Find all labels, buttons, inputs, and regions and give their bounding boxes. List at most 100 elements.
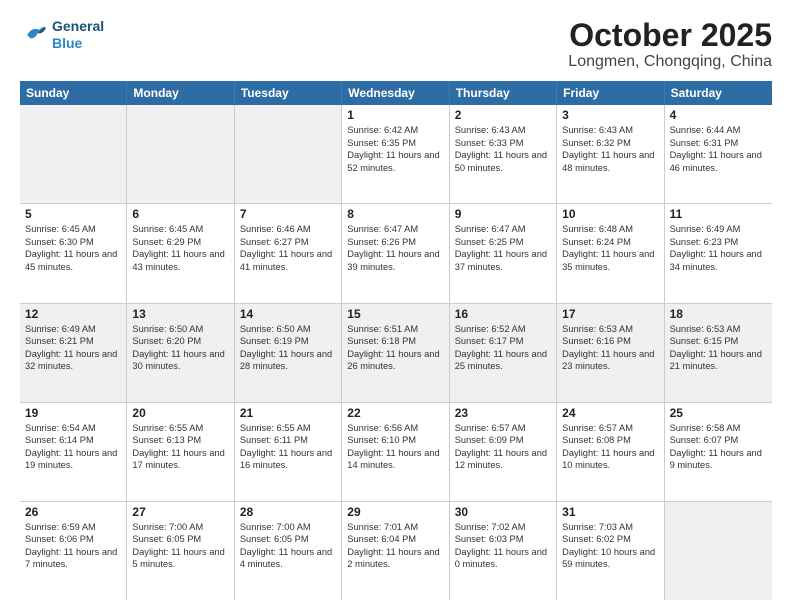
sunset-text: Sunset: 6:05 PM xyxy=(240,533,336,546)
sunrise-text: Sunrise: 6:57 AM xyxy=(455,422,551,435)
calendar-cell: 28Sunrise: 7:00 AMSunset: 6:05 PMDayligh… xyxy=(235,502,342,600)
daylight-text: Daylight: 11 hours and 0 minutes. xyxy=(455,546,551,571)
sunrise-text: Sunrise: 7:03 AM xyxy=(562,521,658,534)
sunset-text: Sunset: 6:18 PM xyxy=(347,335,443,348)
sunset-text: Sunset: 6:32 PM xyxy=(562,137,658,150)
sunset-text: Sunset: 6:09 PM xyxy=(455,434,551,447)
day-number: 11 xyxy=(670,207,767,221)
calendar-row-2: 12Sunrise: 6:49 AMSunset: 6:21 PMDayligh… xyxy=(20,304,772,403)
sunrise-text: Sunrise: 6:59 AM xyxy=(25,521,121,534)
sunrise-text: Sunrise: 6:48 AM xyxy=(562,223,658,236)
calendar-cell: 15Sunrise: 6:51 AMSunset: 6:18 PMDayligh… xyxy=(342,304,449,402)
day-number: 16 xyxy=(455,307,551,321)
daylight-text: Daylight: 11 hours and 9 minutes. xyxy=(670,447,767,472)
daylight-text: Daylight: 11 hours and 28 minutes. xyxy=(240,348,336,373)
day-number: 8 xyxy=(347,207,443,221)
sunset-text: Sunset: 6:13 PM xyxy=(132,434,228,447)
title-section: October 2025 Longmen, Chongqing, China xyxy=(568,18,772,71)
sunrise-text: Sunrise: 6:50 AM xyxy=(132,323,228,336)
daylight-text: Daylight: 11 hours and 21 minutes. xyxy=(670,348,767,373)
daylight-text: Daylight: 11 hours and 39 minutes. xyxy=(347,248,443,273)
logo-text: General Blue xyxy=(52,18,104,52)
calendar-header: SundayMondayTuesdayWednesdayThursdayFrid… xyxy=(20,81,772,105)
daylight-text: Daylight: 11 hours and 50 minutes. xyxy=(455,149,551,174)
day-number: 3 xyxy=(562,108,658,122)
calendar-cell: 17Sunrise: 6:53 AMSunset: 6:16 PMDayligh… xyxy=(557,304,664,402)
calendar-cell: 7Sunrise: 6:46 AMSunset: 6:27 PMDaylight… xyxy=(235,204,342,302)
daylight-text: Daylight: 11 hours and 34 minutes. xyxy=(670,248,767,273)
day-number: 18 xyxy=(670,307,767,321)
sunset-text: Sunset: 6:19 PM xyxy=(240,335,336,348)
calendar-cell xyxy=(20,105,127,203)
calendar-cell: 30Sunrise: 7:02 AMSunset: 6:03 PMDayligh… xyxy=(450,502,557,600)
sunset-text: Sunset: 6:17 PM xyxy=(455,335,551,348)
sunset-text: Sunset: 6:30 PM xyxy=(25,236,121,249)
daylight-text: Daylight: 11 hours and 52 minutes. xyxy=(347,149,443,174)
day-number: 15 xyxy=(347,307,443,321)
logo-icon xyxy=(20,23,48,47)
calendar-cell xyxy=(127,105,234,203)
sunset-text: Sunset: 6:05 PM xyxy=(132,533,228,546)
day-number: 17 xyxy=(562,307,658,321)
calendar-cell: 22Sunrise: 6:56 AMSunset: 6:10 PMDayligh… xyxy=(342,403,449,501)
sunset-text: Sunset: 6:29 PM xyxy=(132,236,228,249)
sunrise-text: Sunrise: 6:56 AM xyxy=(347,422,443,435)
calendar-cell: 23Sunrise: 6:57 AMSunset: 6:09 PMDayligh… xyxy=(450,403,557,501)
day-number: 27 xyxy=(132,505,228,519)
sunrise-text: Sunrise: 7:01 AM xyxy=(347,521,443,534)
sunrise-text: Sunrise: 6:46 AM xyxy=(240,223,336,236)
header: General Blue October 2025 Longmen, Chong… xyxy=(20,18,772,71)
calendar-cell: 20 Sunrise: 6:55 AMSunset: 6:13 PMDayligh… xyxy=(127,403,234,501)
calendar-cell: 21Sunrise: 6:55 AMSunset: 6:11 PMDayligh… xyxy=(235,403,342,501)
daylight-text: Daylight: 11 hours and 17 minutes. xyxy=(132,447,228,472)
sunset-text: Sunset: 6:04 PM xyxy=(347,533,443,546)
calendar-cell: 18Sunrise: 6:53 AMSunset: 6:15 PMDayligh… xyxy=(665,304,772,402)
calendar-row-3: 19Sunrise: 6:54 AMSunset: 6:14 PMDayligh… xyxy=(20,403,772,502)
calendar-cell: 25Sunrise: 6:58 AMSunset: 6:07 PMDayligh… xyxy=(665,403,772,501)
daylight-text: Daylight: 11 hours and 7 minutes. xyxy=(25,546,121,571)
sunrise-text: Sunrise: 6:47 AM xyxy=(455,223,551,236)
sunset-text: Sunset: 6:21 PM xyxy=(25,335,121,348)
sunrise-text: Sunrise: 6:43 AM xyxy=(455,124,551,137)
calendar-row-0: 1Sunrise: 6:42 AMSunset: 6:35 PMDaylight… xyxy=(20,105,772,204)
sunset-text: Sunset: 6:26 PM xyxy=(347,236,443,249)
calendar-cell: 3Sunrise: 6:43 AMSunset: 6:32 PMDaylight… xyxy=(557,105,664,203)
calendar-cell: 29Sunrise: 7:01 AMSunset: 6:04 PMDayligh… xyxy=(342,502,449,600)
daylight-text: Daylight: 11 hours and 48 minutes. xyxy=(562,149,658,174)
sunset-text: Sunset: 6:03 PM xyxy=(455,533,551,546)
calendar-cell: 19Sunrise: 6:54 AMSunset: 6:14 PMDayligh… xyxy=(20,403,127,501)
sunset-text: Sunset: 6:31 PM xyxy=(670,137,767,150)
sunrise-text: Sunrise: 6:47 AM xyxy=(347,223,443,236)
calendar-cell: 1Sunrise: 6:42 AMSunset: 6:35 PMDaylight… xyxy=(342,105,449,203)
header-day-tuesday: Tuesday xyxy=(235,81,342,105)
header-day-friday: Friday xyxy=(557,81,664,105)
day-number: 12 xyxy=(25,307,121,321)
day-number: 30 xyxy=(455,505,551,519)
calendar-cell: 8 Sunrise: 6:47 AMSunset: 6:26 PMDaylight… xyxy=(342,204,449,302)
sunset-text: Sunset: 6:07 PM xyxy=(670,434,767,447)
logo-line1: General xyxy=(52,18,104,35)
day-number: 20 xyxy=(132,406,228,420)
sunset-text: Sunset: 6:10 PM xyxy=(347,434,443,447)
sunrise-text: Sunrise: 6:55 AM xyxy=(132,422,228,435)
daylight-text: Daylight: 11 hours and 46 minutes. xyxy=(670,149,767,174)
sunset-text: Sunset: 6:23 PM xyxy=(670,236,767,249)
sunrise-text: Sunrise: 6:45 AM xyxy=(132,223,228,236)
calendar-cell: 12Sunrise: 6:49 AMSunset: 6:21 PMDayligh… xyxy=(20,304,127,402)
daylight-text: Daylight: 11 hours and 23 minutes. xyxy=(562,348,658,373)
day-number: 19 xyxy=(25,406,121,420)
calendar-cell: 31Sunrise: 7:03 AMSunset: 6:02 PMDayligh… xyxy=(557,502,664,600)
sunset-text: Sunset: 6:08 PM xyxy=(562,434,658,447)
day-number: 4 xyxy=(670,108,767,122)
day-number: 31 xyxy=(562,505,658,519)
header-day-sunday: Sunday xyxy=(20,81,127,105)
header-day-wednesday: Wednesday xyxy=(342,81,449,105)
sunset-text: Sunset: 6:25 PM xyxy=(455,236,551,249)
daylight-text: Daylight: 10 hours and 59 minutes. xyxy=(562,546,658,571)
day-number: 1 xyxy=(347,108,443,122)
sunset-text: Sunset: 6:24 PM xyxy=(562,236,658,249)
sunset-text: Sunset: 6:11 PM xyxy=(240,434,336,447)
sunset-text: Sunset: 6:35 PM xyxy=(347,137,443,150)
sunrise-text: Sunrise: 6:50 AM xyxy=(240,323,336,336)
day-number: 14 xyxy=(240,307,336,321)
